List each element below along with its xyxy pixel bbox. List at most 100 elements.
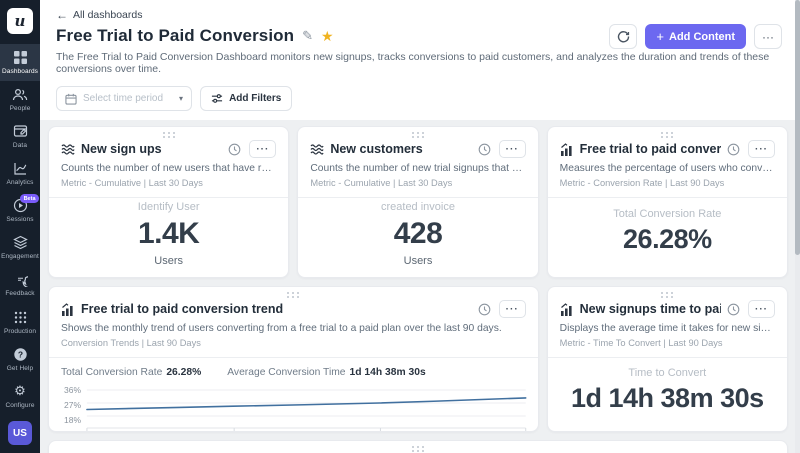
card-time-to-conversion: New signups time to paid conversion ··· …: [546, 286, 788, 432]
analytics-icon: [12, 160, 28, 176]
drag-handle[interactable]: [659, 131, 675, 139]
sidebar-item-label: Sessions: [6, 216, 34, 223]
card-free-trial-conversion: Free trial to paid conversion ··· Measur…: [546, 126, 788, 278]
drag-handle[interactable]: [161, 131, 177, 139]
sidebar-item-label: Feedback: [5, 290, 35, 297]
back-link[interactable]: ← All dashboards: [56, 8, 142, 22]
back-arrow-icon: ←: [56, 8, 68, 22]
card-more-button[interactable]: ···: [747, 300, 775, 318]
metric-unit: Users: [403, 254, 433, 267]
add-filters-label: Add Filters: [229, 93, 282, 104]
header-more-button[interactable]: ···: [754, 24, 782, 49]
sidebar-item-production[interactable]: Production: [0, 304, 40, 341]
user-avatar[interactable]: US: [8, 421, 32, 445]
sidebar-item-label: Configure: [5, 402, 35, 409]
card-new-sign-ups: New sign ups ··· Counts the number of ne…: [48, 126, 290, 278]
trend-line: [86, 397, 527, 411]
favorite-star-icon[interactable]: ★: [321, 28, 334, 45]
metric-label: Time to Convert: [628, 367, 707, 379]
sidebar-item-label: Production: [3, 328, 37, 335]
gear-icon: ⚙: [12, 383, 28, 399]
sidebar-item-sessions[interactable]: Beta Sessions: [0, 192, 40, 229]
feedback-icon: [12, 271, 28, 287]
refresh-icon: [617, 31, 630, 43]
clock-icon: [228, 143, 241, 156]
card-more-button[interactable]: ···: [498, 300, 526, 318]
edit-title-icon[interactable]: ✎: [302, 28, 313, 44]
engagement-icon: [12, 234, 28, 250]
metric-waves-icon: [61, 143, 75, 156]
beta-badge: Beta: [20, 194, 39, 203]
metric-value: 428: [393, 216, 443, 250]
card-description: Measures the percentage of users who con…: [559, 163, 775, 174]
stat-label: Total Conversion Rate: [61, 367, 163, 378]
card-more-button[interactable]: ···: [747, 140, 775, 158]
sidebar-item-dashboards[interactable]: Dashboards: [0, 44, 40, 81]
card-new-customers: New customers ··· Counts the number of n…: [297, 126, 539, 278]
card-meta: Conversion Trends | Last 90 Days: [61, 338, 201, 348]
stat-avg-conversion-time: Average Conversion Time 1d 14h 38m 30s: [227, 367, 425, 378]
drag-handle[interactable]: [659, 291, 675, 299]
y-axis-labels: 36% 27% 18%: [59, 384, 85, 431]
page-scrollbar: [795, 0, 800, 453]
gear-glyph: ⚙: [14, 383, 26, 398]
metric-value: 1d 14h 38m 30s: [571, 383, 764, 413]
scrollbar-thumb[interactable]: [795, 0, 800, 255]
back-label: All dashboards: [73, 9, 143, 21]
apps-grid-icon: [12, 309, 28, 325]
sidebar-item-people[interactable]: People: [0, 81, 40, 118]
clock-icon: [727, 143, 740, 156]
add-filters-button[interactable]: Add Filters: [200, 86, 293, 111]
help-question-glyph: ?: [17, 349, 22, 359]
add-content-button[interactable]: + Add Content: [645, 24, 746, 49]
people-icon: [12, 86, 28, 102]
sidebar-item-label: People: [9, 105, 31, 112]
data-icon: [12, 123, 28, 139]
line-chart-svg: [86, 389, 527, 431]
card-meta: Metric - Cumulative | Last 30 Days: [310, 178, 453, 188]
app-logo[interactable]: u: [7, 8, 33, 34]
conversion-chart-icon: [61, 302, 75, 316]
clock-icon: [478, 143, 491, 156]
card-description: Shows the monthly trend of users convert…: [61, 323, 502, 334]
clock-icon: [478, 303, 491, 316]
clock-icon: [727, 303, 740, 316]
sidebar-item-label: Get Help: [6, 365, 34, 372]
card-more-button[interactable]: ···: [498, 140, 526, 158]
sidebar-item-engagement[interactable]: Engagement: [0, 229, 40, 266]
card-more-button[interactable]: ···: [249, 140, 277, 158]
stat-label: Average Conversion Time: [227, 367, 346, 378]
card-title: New signups time to paid conversion: [579, 302, 721, 316]
add-content-label: Add Content: [669, 30, 735, 43]
time-period-select[interactable]: Select time period ▾: [56, 86, 193, 111]
logo-letter: u: [14, 12, 26, 30]
drag-handle[interactable]: [285, 291, 301, 299]
page-header: ← All dashboards Free Trial to Paid Conv…: [40, 0, 800, 81]
stat-value: 26.28%: [166, 367, 202, 378]
drag-handle[interactable]: [410, 445, 426, 453]
chevron-down-icon: ▾: [179, 94, 184, 103]
page-description: The Free Trial to Paid Conversion Dashbo…: [56, 51, 770, 75]
card-time-to-conversion-trend: New signups time to paid conversion tren…: [48, 440, 788, 453]
sidebar-item-configure[interactable]: ⚙ Configure: [0, 378, 40, 415]
refresh-button[interactable]: [609, 24, 638, 49]
sidebar-item-label: Dashboards: [1, 68, 39, 75]
card-title: Free trial to paid conversion trend: [81, 302, 284, 316]
trend-chart: 36% 27% 18%: [49, 380, 538, 431]
sidebar-item-get-help[interactable]: ? Get Help: [0, 341, 40, 378]
sidebar-item-label: Engagement: [1, 253, 39, 260]
metric-waves-icon: [310, 143, 324, 156]
time-period-placeholder: Select time period: [83, 93, 164, 104]
y-tick: 18%: [63, 415, 81, 425]
metric-value: 26.28%: [623, 224, 712, 254]
card-description: Displays the average time it takes for n…: [559, 323, 775, 334]
metric-value: 1.4K: [137, 216, 200, 250]
trend-stats-row: Total Conversion Rate 26.28% Average Conv…: [49, 358, 538, 380]
sidebar-item-data[interactable]: Data: [0, 118, 40, 155]
drag-handle[interactable]: [410, 131, 426, 139]
card-meta: Metric - Time To Convert | Last 90 Days: [559, 338, 723, 348]
card-title: New sign ups: [81, 142, 162, 156]
sidebar-item-feedback[interactable]: Feedback: [0, 266, 40, 303]
sidebar-item-analytics[interactable]: Analytics: [0, 155, 40, 192]
dashboards-icon: [12, 49, 28, 65]
